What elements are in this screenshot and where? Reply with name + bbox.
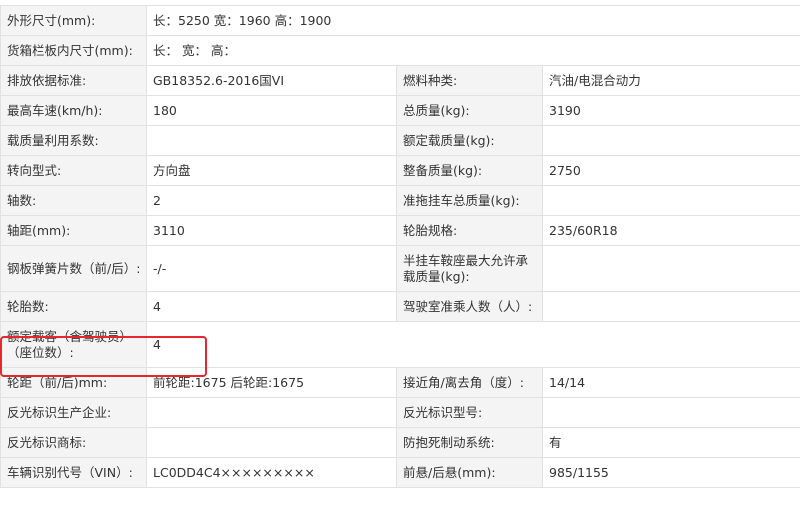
value-cab-capacity [542, 291, 800, 322]
value-saddle-load [542, 245, 800, 292]
value-seating-capacity: 4 [146, 321, 800, 368]
table-row: 钢板弹簧片数（前/后）: -/- 半挂车鞍座最大允许承载质量(kg): [0, 245, 800, 292]
label-curb-mass: 整备质量(kg): [396, 155, 543, 186]
vehicle-spec-table: 外形尺寸(mm): 长：5250 宽：1960 高：1900 货箱栏板内尺寸(m… [0, 5, 800, 488]
value-reflector-maker [146, 397, 397, 428]
label-reflector-brand: 反光标识商标: [0, 427, 147, 458]
label-emission-standard: 排放依据标准: [0, 65, 147, 96]
label-dimensions: 外形尺寸(mm): [0, 5, 147, 36]
value-vin: LC0DD4C4××××××××× [146, 457, 397, 488]
label-load-utilization: 载质量利用系数: [0, 125, 147, 156]
label-track-width: 轮距（前/后)mm: [0, 367, 147, 398]
label-reflector-model: 反光标识型号: [396, 397, 543, 428]
label-trailer-mass: 准拖挂车总质量(kg): [396, 185, 543, 216]
value-tire-spec: 235/60R18 [542, 215, 800, 246]
table-row: 轮距（前/后)mm: 前轮距:1675 后轮距:1675 接近角/离去角（度）:… [0, 367, 800, 398]
table-row: 转向型式: 方向盘 整备质量(kg): 2750 [0, 155, 800, 186]
table-row: 轮胎数: 4 驾驶室准乘人数（人）: [0, 291, 800, 322]
table-row: 额定载客（含驾驶员）（座位数）: 4 [0, 321, 800, 368]
value-abs: 有 [542, 427, 800, 458]
table-row: 外形尺寸(mm): 长：5250 宽：1960 高：1900 [0, 5, 800, 36]
table-row: 货箱栏板内尺寸(mm): 长： 宽： 高： [0, 35, 800, 66]
table-row: 反光标识商标: 防抱死制动系统: 有 [0, 427, 800, 458]
table-row: 轴数: 2 准拖挂车总质量(kg): [0, 185, 800, 216]
value-curb-mass: 2750 [542, 155, 800, 186]
table-row: 载质量利用系数: 额定载质量(kg): [0, 125, 800, 156]
value-load-utilization [146, 125, 397, 156]
label-axle-count: 轴数: [0, 185, 147, 216]
label-reflector-maker: 反光标识生产企业: [0, 397, 147, 428]
value-overhang: 985/1155 [542, 457, 800, 488]
value-reflector-model [542, 397, 800, 428]
table-row: 排放依据标准: GB18352.6-2016国VI 燃料种类: 汽油/电混合动力 [0, 65, 800, 96]
value-rated-load [542, 125, 800, 156]
label-wheelbase: 轴距(mm): [0, 215, 147, 246]
value-trailer-mass [542, 185, 800, 216]
value-dimensions: 长：5250 宽：1960 高：1900 [146, 5, 800, 36]
label-leaf-springs: 钢板弹簧片数（前/后）: [0, 245, 147, 292]
label-cab-capacity: 驾驶室准乘人数（人）: [396, 291, 543, 322]
value-emission-standard: GB18352.6-2016国VI [146, 65, 397, 96]
label-max-speed: 最高车速(km/h): [0, 95, 147, 126]
table-row: 最高车速(km/h): 180 总质量(kg): 3190 [0, 95, 800, 126]
table-row: 车辆识别代号（VIN）: LC0DD4C4××××××××× 前悬/后悬(mm)… [0, 457, 800, 488]
label-vin: 车辆识别代号（VIN）: [0, 457, 147, 488]
value-tire-count: 4 [146, 291, 397, 322]
label-fuel-type: 燃料种类: [396, 65, 543, 96]
value-reflector-brand [146, 427, 397, 458]
value-approach-departure: 14/14 [542, 367, 800, 398]
value-steering-type: 方向盘 [146, 155, 397, 186]
table-row: 反光标识生产企业: 反光标识型号: [0, 397, 800, 428]
value-leaf-springs: -/- [146, 245, 397, 292]
label-approach-departure: 接近角/离去角（度）: [396, 367, 543, 398]
label-overhang: 前悬/后悬(mm): [396, 457, 543, 488]
label-tire-spec: 轮胎规格: [396, 215, 543, 246]
value-track-width: 前轮距:1675 后轮距:1675 [146, 367, 397, 398]
label-seating-capacity: 额定载客（含驾驶员）（座位数）: [0, 321, 147, 368]
label-saddle-load: 半挂车鞍座最大允许承载质量(kg): [396, 245, 543, 292]
value-gross-mass: 3190 [542, 95, 800, 126]
value-axle-count: 2 [146, 185, 397, 216]
label-rated-load: 额定载质量(kg): [396, 125, 543, 156]
label-abs: 防抱死制动系统: [396, 427, 543, 458]
table-row: 轴距(mm): 3110 轮胎规格: 235/60R18 [0, 215, 800, 246]
label-gross-mass: 总质量(kg): [396, 95, 543, 126]
label-steering-type: 转向型式: [0, 155, 147, 186]
value-fuel-type: 汽油/电混合动力 [542, 65, 800, 96]
value-wheelbase: 3110 [146, 215, 397, 246]
value-cargo-box-size: 长： 宽： 高： [146, 35, 800, 66]
label-tire-count: 轮胎数: [0, 291, 147, 322]
value-max-speed: 180 [146, 95, 397, 126]
label-cargo-box-size: 货箱栏板内尺寸(mm): [0, 35, 147, 66]
